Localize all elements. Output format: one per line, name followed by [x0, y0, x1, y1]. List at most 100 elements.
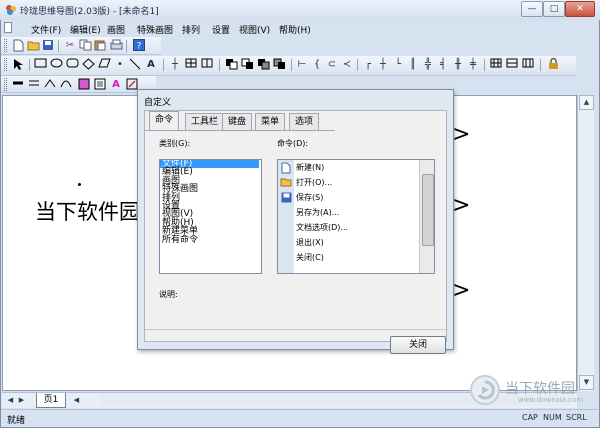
- menu-edit[interactable]: 编辑(E): [70, 23, 101, 36]
- caps-indicator: CAP: [522, 413, 538, 422]
- copy-icon[interactable]: [78, 39, 92, 53]
- layout-grid-icon[interactable]: [489, 58, 503, 72]
- cut-icon[interactable]: ✂: [63, 39, 77, 53]
- app-logo-icon: [6, 5, 16, 15]
- close-button[interactable]: 关闭: [390, 336, 446, 354]
- bring-forward-icon[interactable]: [256, 58, 270, 72]
- tab-keyboard[interactable]: 键盘: [222, 113, 253, 130]
- menu-arrange[interactable]: 排列: [182, 23, 200, 36]
- connector-icon[interactable]: ⊂: [325, 58, 339, 72]
- scroll-up-icon[interactable]: ▲: [579, 95, 594, 110]
- draw-toolbar: • A ┼ ⊢ { ⊂ ≺ ┌ ┼ └ ║ ╬ ╡ ╫ ╪: [1, 56, 576, 76]
- menu-view[interactable]: 视图(V): [239, 23, 270, 36]
- menu-bar: 文件(F) 编辑(E) 画图 特殊画图 排列 设置 视图(V) 帮助(H): [1, 20, 598, 37]
- arrow-connector-icon[interactable]: ≺: [340, 58, 354, 72]
- command-item[interactable]: 另存为(A)...: [296, 205, 339, 220]
- toolbar-grip[interactable]: [4, 78, 7, 91]
- pointer-icon[interactable]: [11, 58, 25, 72]
- save-icon[interactable]: [41, 39, 55, 53]
- standard-toolbar: ✂ ?: [1, 37, 161, 55]
- status-text: 就绪: [7, 416, 26, 426]
- menu-settings[interactable]: 设置: [212, 23, 230, 36]
- double-line-icon[interactable]: [27, 78, 41, 92]
- category-listbox[interactable]: 文件(F) 编辑(E) 画图 特殊画图 排列 设置 视图(V) 帮助(H) 新建…: [159, 159, 262, 274]
- tab-page-1[interactable]: 页1: [36, 393, 66, 408]
- watermark-url: www.downxia.com: [518, 396, 584, 404]
- category-label: 类别(G):: [159, 139, 191, 148]
- send-back-icon[interactable]: [240, 58, 254, 72]
- lock-icon[interactable]: [546, 57, 560, 72]
- distribute-v-icon[interactable]: ╬: [421, 58, 435, 72]
- command-item[interactable]: 保存(S): [296, 190, 323, 205]
- toolbar-grip[interactable]: [4, 39, 7, 52]
- align-bottom-icon[interactable]: └: [391, 58, 405, 72]
- menu-file[interactable]: 文件(F): [31, 23, 61, 36]
- ellipse-icon[interactable]: [49, 58, 63, 72]
- menu-help[interactable]: 帮助(H): [279, 23, 311, 36]
- command-item[interactable]: 文档选项(D)...: [296, 220, 348, 235]
- tab-commands[interactable]: 命令: [149, 111, 180, 130]
- close-window-button[interactable]: ✕: [565, 1, 595, 17]
- align-right-icon[interactable]: ╡: [436, 58, 450, 72]
- layout-cols-icon[interactable]: [521, 58, 535, 72]
- polyline-icon[interactable]: [43, 78, 57, 92]
- tab-first-icon[interactable]: ◀: [6, 395, 15, 406]
- diamond-icon[interactable]: [81, 58, 95, 72]
- toolbar-grip[interactable]: [4, 58, 7, 71]
- menu-draw[interactable]: 画图: [107, 23, 125, 36]
- same-width-icon[interactable]: ╫: [451, 58, 465, 72]
- canvas-node-text[interactable]: 当下软件园: [35, 196, 140, 226]
- table-icon[interactable]: [184, 58, 198, 72]
- curve-icon[interactable]: [59, 78, 73, 92]
- help-icon[interactable]: ?: [132, 39, 146, 53]
- align-center-icon[interactable]: ┼: [376, 58, 390, 72]
- layout-rows-icon[interactable]: [505, 58, 519, 72]
- list-item[interactable]: 所有命令: [160, 235, 261, 244]
- tab-prev-icon[interactable]: ▶: [17, 395, 26, 406]
- command-item[interactable]: 新建(N): [296, 160, 324, 175]
- command-item[interactable]: 打开(O)...: [296, 175, 332, 190]
- menu-special-draw[interactable]: 特殊画图: [137, 23, 173, 36]
- tab-toolbars[interactable]: 工具栏: [185, 113, 225, 130]
- canvas-chevron: >: [452, 278, 471, 303]
- align-top-icon[interactable]: ┌: [361, 58, 375, 72]
- distribute-h-icon[interactable]: ║: [406, 58, 420, 72]
- vertical-scrollbar[interactable]: ▲ ▼: [577, 95, 594, 391]
- rect-icon[interactable]: [33, 58, 47, 72]
- new-icon[interactable]: [11, 39, 25, 53]
- parallelogram-icon[interactable]: [97, 58, 111, 72]
- tab-menu[interactable]: 菜单: [255, 113, 286, 130]
- brace-icon[interactable]: {: [310, 58, 324, 72]
- command-item[interactable]: 关闭(C): [296, 250, 324, 265]
- doc-menu-icon[interactable]: [4, 22, 12, 33]
- tab-options[interactable]: 选项: [289, 113, 320, 130]
- send-backward-icon[interactable]: [272, 58, 286, 72]
- cross-icon[interactable]: ┼: [168, 58, 182, 72]
- thick-line-icon[interactable]: [11, 78, 25, 92]
- line-icon[interactable]: [128, 58, 142, 72]
- scroll-thumb[interactable]: [422, 174, 434, 246]
- minimize-button[interactable]: —: [521, 1, 543, 17]
- fill-color-icon[interactable]: [77, 78, 91, 92]
- command-list-scrollbar[interactable]: [419, 160, 434, 273]
- maximize-button[interactable]: □: [543, 1, 565, 17]
- hscroll-left-icon[interactable]: ◀: [72, 395, 81, 406]
- horizontal-scrollbar[interactable]: [100, 395, 570, 406]
- point-icon[interactable]: •: [113, 58, 127, 72]
- command-label: 命令(D):: [277, 139, 309, 148]
- align-left-icon[interactable]: ⊢: [295, 58, 309, 72]
- print-icon[interactable]: [109, 39, 123, 53]
- font-color-icon[interactable]: A: [109, 78, 123, 92]
- text-icon[interactable]: A: [144, 58, 158, 72]
- rounded-rect-icon[interactable]: [65, 58, 79, 72]
- command-item[interactable]: 退出(X): [296, 235, 324, 250]
- paste-icon[interactable]: [93, 39, 107, 53]
- open-icon[interactable]: [26, 39, 40, 53]
- command-listbox[interactable]: 新建(N) 打开(O)... 保存(S) 另存为(A)... 文档选项(D)..…: [277, 159, 435, 274]
- bring-front-icon[interactable]: [224, 58, 238, 72]
- scroll-down-icon[interactable]: ▼: [579, 375, 594, 390]
- grid-icon[interactable]: [200, 58, 214, 72]
- shadow-icon[interactable]: [93, 78, 107, 92]
- watermark-name: 当下软件园: [505, 381, 575, 397]
- same-height-icon[interactable]: ╪: [466, 58, 480, 72]
